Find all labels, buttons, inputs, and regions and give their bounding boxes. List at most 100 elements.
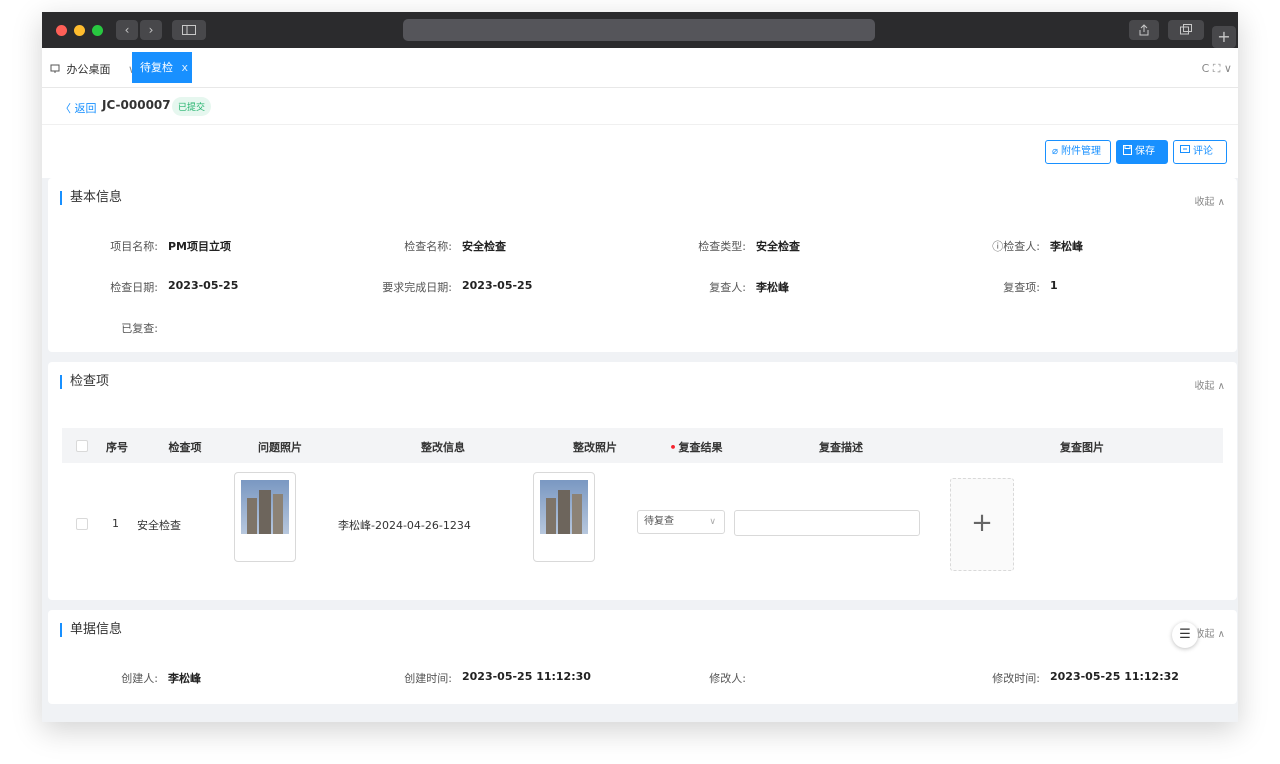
page-header: 〈 返回 JC-000007 已提交 ⌀ 附件管理 保存 评论 bbox=[42, 88, 1238, 178]
row-index: 1 bbox=[112, 517, 119, 530]
app-tab-bar: 办公桌面 ∨ 待复检 x C ⛶ ∨ bbox=[42, 48, 1238, 88]
field-label-check-type: 检查类型: bbox=[698, 240, 746, 253]
row-rectify-info: 李松峰-2024-04-26-1234 bbox=[338, 519, 471, 532]
minimize-window-button[interactable] bbox=[74, 25, 85, 36]
field-label-creator: 创建人: bbox=[121, 672, 158, 685]
field-value-inspector: 李松峰 bbox=[1050, 240, 1083, 253]
column-header-index: 序号 bbox=[106, 441, 128, 454]
tabs-overview-button[interactable] bbox=[1168, 20, 1204, 40]
document-code: JC-000007 bbox=[102, 98, 171, 112]
basic-info-collapse-toggle[interactable]: 收起 ∧ bbox=[1195, 193, 1226, 208]
field-label-review-items: 复查项: bbox=[1003, 281, 1040, 294]
review-result-select[interactable]: 待复查 ∨ bbox=[637, 510, 725, 534]
row-check-item: 安全检查 bbox=[137, 519, 181, 532]
browser-window: ‹ › + 办公桌面 ∨ 待复检 x C ⛶ ∨ 〈 返回 JC-000007 … bbox=[42, 12, 1238, 722]
building-shape bbox=[558, 490, 570, 534]
building-shape bbox=[273, 494, 283, 534]
monitor-icon bbox=[50, 64, 60, 73]
document-info-title: 单据信息 bbox=[60, 623, 122, 637]
field-label-inspector: ⓘ检查人: bbox=[930, 238, 1040, 254]
attachment-manage-button[interactable]: ⌀ 附件管理 bbox=[1045, 140, 1111, 164]
back-link[interactable]: 〈 返回 bbox=[60, 100, 97, 116]
field-value-project-name: PM项目立项 bbox=[168, 240, 232, 253]
building-photo-image bbox=[241, 480, 289, 534]
chevron-down-icon: ∨ bbox=[709, 517, 716, 527]
field-value-review-items: 1 bbox=[1050, 279, 1058, 292]
building-shape bbox=[546, 498, 556, 534]
sidebar-toggle-button[interactable] bbox=[172, 20, 206, 40]
forward-nav-button[interactable]: › bbox=[140, 20, 162, 40]
field-value-reviewer: 李松峰 bbox=[756, 281, 789, 294]
document-info-collapse-toggle[interactable]: 收起 ∧ bbox=[1195, 625, 1226, 640]
basic-info-title: 基本信息 bbox=[60, 191, 122, 205]
share-button[interactable] bbox=[1129, 20, 1159, 40]
attachment-manage-label: 附件管理 bbox=[1061, 146, 1102, 157]
tab-close-icon[interactable]: x bbox=[182, 61, 189, 74]
building-shape bbox=[247, 498, 257, 534]
back-nav-button[interactable]: ‹ bbox=[116, 20, 138, 40]
field-label-due-date: 要求完成日期: bbox=[382, 281, 452, 294]
close-window-button[interactable] bbox=[56, 25, 67, 36]
review-result-value: 待复查 bbox=[644, 516, 674, 527]
problem-photo[interactable] bbox=[234, 472, 296, 562]
save-icon bbox=[1123, 145, 1132, 155]
comment-button[interactable]: 评论 bbox=[1173, 140, 1227, 164]
building-photo-image bbox=[540, 480, 588, 534]
browser-titlebar: ‹ › + bbox=[42, 12, 1238, 48]
field-label-inspector-text: 检查人: bbox=[1003, 240, 1040, 253]
tab-pending-recheck[interactable]: 待复检 x bbox=[132, 52, 192, 83]
column-header-check-item: 检查项 bbox=[168, 441, 202, 454]
field-label-modifier: 修改人: bbox=[709, 672, 746, 685]
field-label-created-time: 创建时间: bbox=[404, 672, 452, 685]
select-all-checkbox[interactable] bbox=[76, 440, 88, 452]
share-icon bbox=[1139, 24, 1149, 36]
field-value-check-date: 2023-05-25 bbox=[168, 279, 239, 292]
save-label: 保存 bbox=[1135, 146, 1155, 157]
document-info-card: 单据信息 收起 ∧ 创建人: 李松峰 创建时间: 2023-05-25 11:1… bbox=[48, 610, 1237, 704]
header-divider bbox=[42, 124, 1238, 125]
rectify-photo[interactable] bbox=[533, 472, 595, 562]
field-value-check-type: 安全检查 bbox=[756, 240, 800, 253]
tab-tools[interactable]: C ⛶ ∨ bbox=[1202, 62, 1232, 76]
maximize-window-button[interactable] bbox=[92, 25, 103, 36]
table-header: 序号 检查项 问题照片 整改信息 整改照片 • 复查结果 复查描述 复查图片 bbox=[62, 428, 1223, 463]
column-header-problem-photo: 问题照片 bbox=[258, 441, 302, 454]
field-value-creator: 李松峰 bbox=[168, 672, 201, 685]
check-items-card: 检查项 收起 ∧ 序号 检查项 问题照片 整改信息 整改照片 • 复查结果 复查描… bbox=[48, 362, 1237, 600]
required-mark: • bbox=[669, 441, 677, 454]
sidebar-icon bbox=[182, 25, 196, 35]
building-shape bbox=[572, 494, 582, 534]
tab-office-desktop-label: 办公桌面 bbox=[66, 63, 111, 76]
field-label-reviewed: 已复查: bbox=[121, 322, 158, 335]
basic-info-card: 基本信息 收起 ∧ 项目名称: PM项目立项 检查名称: 安全检查 检查类型: … bbox=[48, 178, 1237, 352]
check-items-collapse-toggle[interactable]: 收起 ∧ bbox=[1195, 377, 1226, 392]
field-label-project-name: 项目名称: bbox=[110, 240, 158, 253]
review-description-input[interactable] bbox=[734, 510, 920, 536]
column-header-review-result-text: 复查结果 bbox=[678, 441, 723, 454]
field-value-modified-time: 2023-05-25 11:12:32 bbox=[1050, 670, 1179, 683]
field-value-due-date: 2023-05-25 bbox=[462, 279, 533, 292]
field-label-modified-time: 修改时间: bbox=[992, 672, 1040, 685]
tabs-icon bbox=[1180, 24, 1192, 35]
floating-settings-button[interactable]: ☰ bbox=[1172, 622, 1198, 648]
help-circle-icon[interactable]: ⓘ bbox=[992, 240, 1003, 253]
tab-office-desktop[interactable]: 办公桌面 ∨ bbox=[50, 61, 136, 77]
comment-icon bbox=[1180, 145, 1190, 153]
paperclip-icon: ⌀ bbox=[1052, 146, 1059, 157]
comment-label: 评论 bbox=[1193, 146, 1213, 157]
column-header-review-desc: 复查描述 bbox=[819, 441, 863, 454]
save-button[interactable]: 保存 bbox=[1116, 140, 1168, 164]
field-label-check-name: 检查名称: bbox=[404, 240, 452, 253]
review-image-upload[interactable]: + bbox=[950, 478, 1014, 571]
address-bar[interactable] bbox=[403, 19, 875, 41]
column-header-rectify-photo: 整改照片 bbox=[573, 441, 617, 454]
status-badge: 已提交 bbox=[172, 97, 212, 116]
tab-pending-recheck-label: 待复检 bbox=[140, 61, 173, 74]
row-checkbox[interactable] bbox=[76, 518, 88, 530]
field-value-check-name: 安全检查 bbox=[462, 240, 506, 253]
check-items-title: 检查项 bbox=[60, 375, 109, 389]
building-shape bbox=[259, 490, 271, 534]
column-header-review-result: • 复查结果 bbox=[648, 439, 744, 455]
column-header-review-image: 复查图片 bbox=[1060, 441, 1104, 454]
new-tab-button[interactable]: + bbox=[1212, 26, 1236, 48]
